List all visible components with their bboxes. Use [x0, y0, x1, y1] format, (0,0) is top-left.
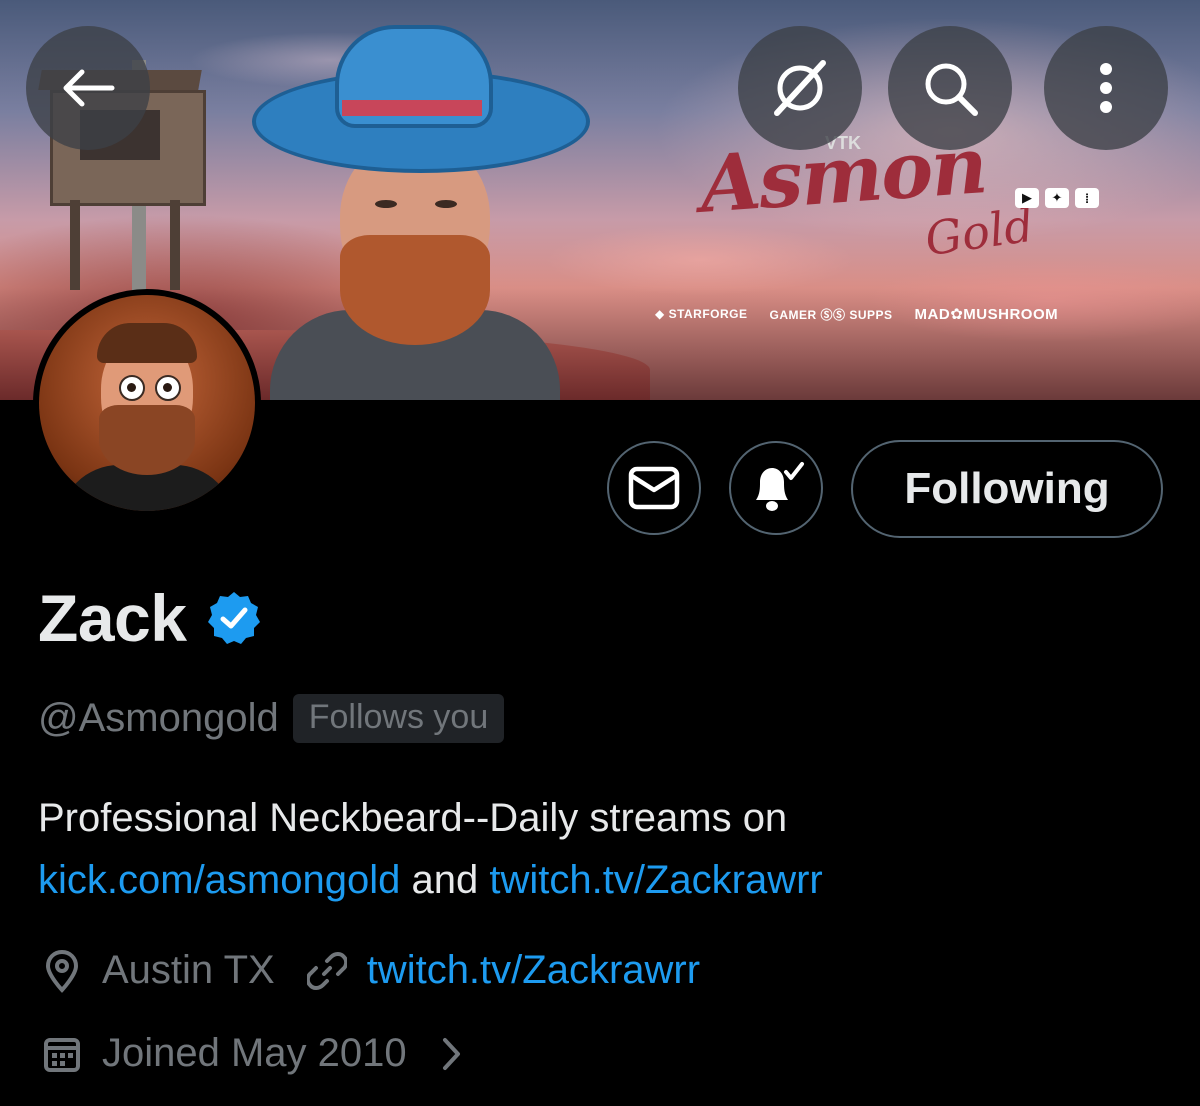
chevron-right-icon — [429, 1032, 473, 1076]
follows-you-badge: Follows you — [292, 694, 505, 743]
banner-social-icons: ▶ ✦ ⁞ — [1015, 188, 1099, 208]
avatar[interactable] — [33, 289, 261, 517]
banner-portrait — [240, 20, 590, 400]
youtube-icon: ▶ — [1015, 188, 1039, 208]
calendar-icon — [40, 1032, 84, 1076]
link-icon — [305, 949, 349, 993]
message-button[interactable] — [607, 441, 701, 535]
back-button[interactable] — [26, 26, 150, 150]
search-icon — [925, 63, 978, 116]
search-button[interactable] — [888, 26, 1012, 150]
display-name: Zack — [38, 581, 187, 655]
location-icon — [40, 949, 84, 993]
arrow-left-icon — [63, 69, 115, 107]
profile-name-row: Zack — [38, 580, 262, 656]
profile-location: Austin TX — [102, 948, 275, 992]
following-button[interactable]: Following — [851, 440, 1163, 538]
profile-joined-date: Joined May 2010 — [102, 1031, 407, 1075]
bio-link-twitch[interactable]: twitch.tv/Zackrawrr — [489, 858, 822, 902]
verified-badge-icon — [208, 592, 261, 644]
bio-link-kick[interactable]: kick.com/asmongold — [38, 858, 400, 902]
profile-bio: Professional Neckbeard--Daily streams on… — [38, 787, 1168, 911]
profile-handle: @Asmongold — [38, 696, 279, 740]
grok-button[interactable] — [738, 26, 862, 150]
profile-meta-row: Austin TX twitch.tv/Zackrawrr — [40, 948, 700, 993]
envelope-icon — [628, 466, 680, 510]
handle-row: @Asmongold Follows you — [38, 694, 505, 743]
twitter-icon: ✦ — [1045, 188, 1069, 208]
bio-text: Professional Neckbeard--Daily streams on — [38, 796, 788, 840]
sponsor-madmushroom: MAD✿MUSHROOM — [914, 306, 1059, 323]
more-options-button[interactable] — [1044, 26, 1168, 150]
more-vertical-icon — [1100, 63, 1112, 113]
grok-icon — [774, 60, 826, 116]
profile-joined-row[interactable]: Joined May 2010 — [40, 1031, 491, 1076]
sponsor-starforge: ◆ STARFORGE — [655, 307, 748, 321]
notifications-button[interactable] — [729, 441, 823, 535]
avatar-image — [39, 295, 255, 511]
sponsor-gamer: GAMER ⓈⓈ SUPPS — [769, 307, 893, 322]
bell-check-icon — [756, 462, 804, 511]
twitch-icon: ⁞ — [1075, 188, 1099, 208]
bio-and: and — [411, 858, 479, 902]
profile-website-link[interactable]: twitch.tv/Zackrawrr — [367, 948, 700, 993]
banner-sponsors: ◆ STARFORGE GAMER ⓈⓈ SUPPS MAD✿MUSHROOM — [655, 305, 1058, 323]
